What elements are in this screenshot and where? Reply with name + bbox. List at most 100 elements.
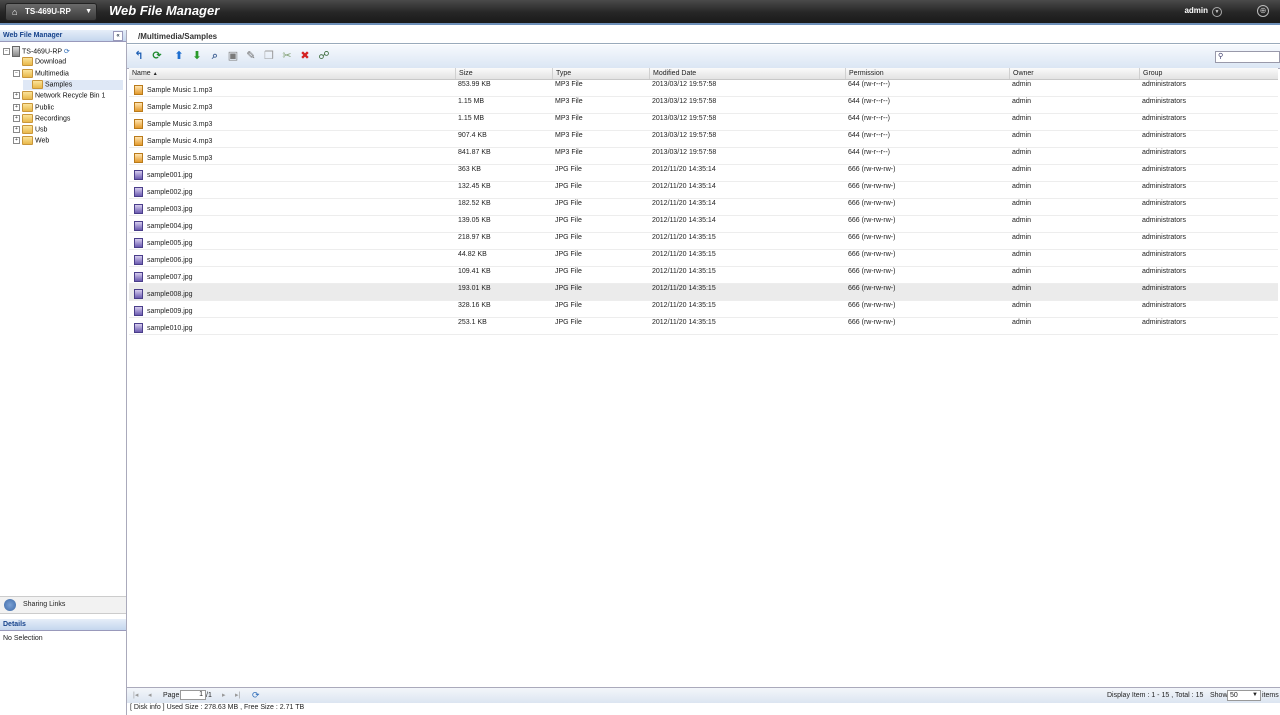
file-row[interactable]: sample004.jpg 139.05 KB JPG File 2012/11/20… — [129, 216, 1278, 233]
file-row[interactable]: Sample Music 2.mp3 1.15 MB MP3 File 2013/03… — [129, 97, 1278, 114]
cell-group: administrators — [1139, 148, 1278, 164]
image-file-icon — [134, 204, 143, 215]
download-icon[interactable]: ⬇ — [191, 50, 203, 62]
last-page-icon[interactable]: ▸| — [235, 691, 240, 700]
file-row[interactable]: sample002.jpg 132.45 KB JPG File 2012/11/20… — [129, 182, 1278, 199]
cell-name: Sample Music 4.mp3 — [129, 131, 455, 147]
move-icon[interactable]: ✂ — [281, 50, 293, 62]
cell-date: 2012/11/20 14:35:14 — [649, 165, 845, 181]
column-header[interactable]: Group — [1139, 68, 1278, 79]
chevron-down-icon[interactable]: ▼ — [1212, 7, 1222, 17]
tree-node[interactable]: Download — [13, 57, 66, 67]
cell-type: MP3 File — [552, 114, 649, 130]
tree-node[interactable]: + Web — [13, 136, 49, 146]
file-row[interactable]: Sample Music 4.mp3 907.4 KB MP3 File 2013/0… — [129, 131, 1278, 148]
cell-owner-text: admin — [1012, 234, 1032, 241]
file-row[interactable]: sample006.jpg 44.82 KB JPG File 2012/11/20 … — [129, 250, 1278, 267]
refresh-icon[interactable]: ⟳ — [151, 50, 163, 62]
file-row[interactable]: sample005.jpg 218.97 KB JPG File 2012/11/20… — [129, 233, 1278, 250]
tree-node[interactable]: Samples — [23, 79, 123, 90]
sharing-links-button[interactable]: Sharing Links — [0, 596, 126, 614]
cell-group-text: administrators — [1142, 234, 1186, 241]
cell-size: 109.41 KB — [455, 267, 552, 283]
cell-perm: 666 (rw-rw-rw-) — [845, 199, 1009, 215]
expand-icon[interactable]: + — [13, 137, 20, 145]
refresh-tree-icon[interactable]: ⟳ — [62, 48, 70, 55]
reload-icon[interactable]: ⟳ — [252, 691, 260, 700]
user-menu[interactable]: admin ▼ — [1184, 6, 1222, 17]
file-row[interactable]: sample010.jpg 253.1 KB JPG File 2012/11/20 … — [129, 318, 1278, 335]
column-header[interactable]: Owner — [1009, 68, 1139, 79]
collapse-icon[interactable]: − — [3, 48, 10, 55]
expand-icon[interactable]: + — [13, 114, 20, 122]
cell-type: MP3 File — [552, 80, 649, 96]
cell-size: 132.45 KB — [455, 182, 552, 198]
expand-icon[interactable]: + — [13, 92, 20, 100]
cell-name-text: sample010.jpg — [147, 325, 193, 332]
new-folder-icon[interactable]: ▣ — [227, 50, 239, 62]
file-row[interactable]: sample009.jpg 328.16 KB JPG File 2012/11/20… — [129, 301, 1278, 318]
file-row[interactable]: sample001.jpg 363 KB JPG File 2012/11/20 14… — [129, 165, 1278, 182]
cell-perm: 644 (rw-r--r--) — [845, 148, 1009, 164]
device-menu-button[interactable]: ⌂ TS-469U-RP ▼ — [5, 3, 97, 21]
file-row[interactable]: Sample Music 1.mp3 853.99 KB MP3 File 2013/… — [129, 80, 1278, 97]
cell-size-text: 139.05 KB — [458, 217, 491, 224]
search-input[interactable]: ⚲ — [1215, 51, 1280, 63]
tree-node[interactable]: − Multimedia — [13, 68, 69, 79]
column-header[interactable]: Size — [455, 68, 552, 79]
file-row[interactable]: sample007.jpg 109.41 KB JPG File 2012/11/20… — [129, 267, 1278, 284]
cell-group: administrators — [1139, 199, 1278, 215]
copy-icon[interactable]: ❐ — [263, 50, 275, 62]
column-header[interactable]: Name ▲ — [129, 68, 455, 79]
expand-icon[interactable]: + — [13, 126, 20, 134]
collapse-panel-icon[interactable]: « — [113, 31, 123, 41]
cell-owner: admin — [1009, 131, 1139, 147]
collapse-icon[interactable]: − — [13, 69, 20, 77]
cell-date-text: 2012/11/20 14:35:14 — [652, 217, 716, 224]
next-page-icon[interactable]: ▸ — [222, 691, 226, 700]
rename-icon[interactable]: ✎ — [245, 50, 257, 62]
file-row[interactable]: Sample Music 3.mp3 1.15 MB MP3 File 2013/03… — [129, 114, 1278, 131]
items-per-page-select[interactable]: 50 ▼ — [1227, 690, 1261, 701]
cell-owner: admin — [1009, 216, 1139, 232]
cell-name: Sample Music 1.mp3 — [129, 80, 455, 96]
audio-file-icon — [134, 136, 143, 147]
tree-node[interactable]: + Public — [13, 102, 54, 113]
file-row[interactable]: sample008.jpg 193.01 KB JPG File 2012/11/20… — [129, 284, 1278, 301]
file-row[interactable]: Sample Music 5.mp3 841.87 KB MP3 File 2013/… — [129, 148, 1278, 165]
tree-node[interactable]: + Network Recycle Bin 1 — [13, 91, 105, 101]
tree-node[interactable]: − TS-469U-RP ⟳ — [3, 46, 70, 57]
cell-owner: admin — [1009, 80, 1139, 96]
cell-name: sample006.jpg — [129, 250, 455, 266]
cell-group: administrators — [1139, 284, 1278, 300]
cell-owner: admin — [1009, 250, 1139, 266]
cell-group-text: administrators — [1142, 251, 1186, 258]
column-header[interactable]: Modified Date — [649, 68, 845, 79]
tree-node[interactable]: + Recordings — [13, 113, 70, 124]
cell-size: 139.05 KB — [455, 216, 552, 232]
zoom-icon[interactable]: ⌕ — [209, 50, 221, 62]
column-header-label: Name — [132, 70, 151, 77]
upload-icon[interactable]: ⬆ — [173, 50, 185, 62]
share-icon[interactable]: ☍ — [318, 50, 330, 62]
prev-page-icon[interactable]: ◂ — [148, 691, 152, 700]
cell-name: sample004.jpg — [129, 216, 455, 232]
tree-node[interactable]: + Usb — [13, 125, 47, 135]
cell-size: 218.97 KB — [455, 233, 552, 249]
back-icon[interactable]: ↰ — [133, 50, 145, 62]
page-number-input[interactable]: 1 — [180, 690, 206, 700]
expand-icon[interactable]: + — [13, 103, 20, 111]
language-globe-icon[interactable]: ⊕ — [1257, 5, 1269, 17]
delete-icon[interactable]: ✖ — [299, 50, 311, 62]
cell-name: sample001.jpg — [129, 165, 455, 181]
column-header[interactable]: Type — [552, 68, 649, 79]
first-page-icon[interactable]: |◂ — [133, 691, 138, 700]
cell-name: sample002.jpg — [129, 182, 455, 198]
cell-group: administrators — [1139, 267, 1278, 283]
file-row[interactable]: sample003.jpg 182.52 KB JPG File 2012/11/20… — [129, 199, 1278, 216]
cell-date-text: 2012/11/20 14:35:14 — [652, 166, 716, 173]
cell-type-text: MP3 File — [555, 81, 583, 88]
cell-size: 182.52 KB — [455, 199, 552, 215]
column-header[interactable]: Permission — [845, 68, 1009, 79]
cell-name: sample010.jpg — [129, 318, 455, 334]
